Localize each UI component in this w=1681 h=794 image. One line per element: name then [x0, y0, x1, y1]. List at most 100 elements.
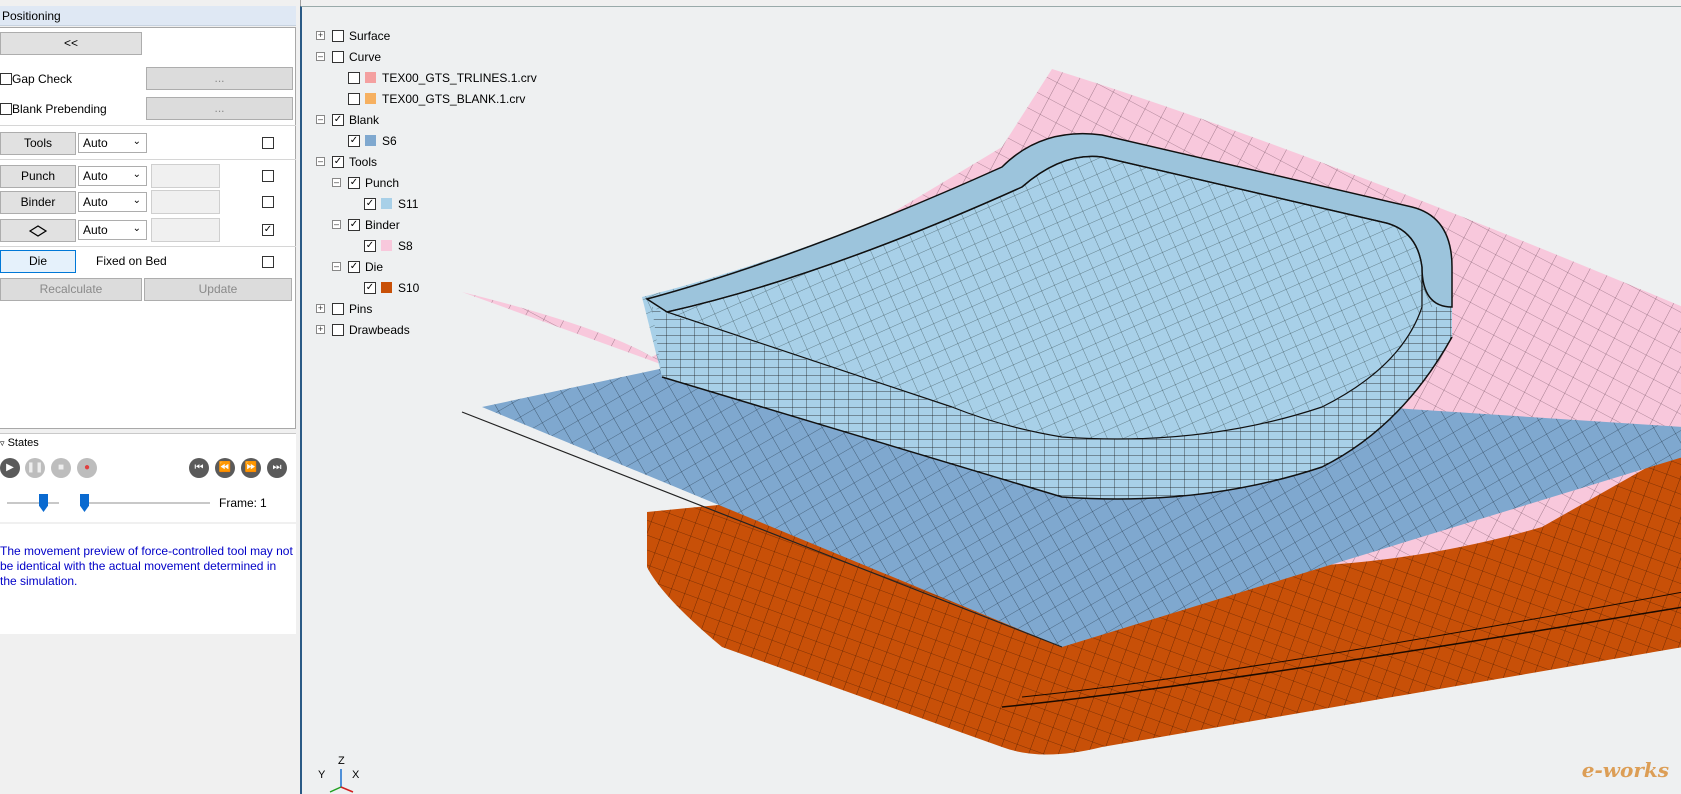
pause-button[interactable]: ❚❚ [25, 458, 45, 478]
pins-checkbox[interactable] [332, 303, 344, 315]
stop-button[interactable]: ■ [51, 458, 71, 478]
tree-label: Surface [349, 29, 391, 43]
binder-button[interactable]: Binder [0, 191, 76, 214]
positioning-panel: Positioning << Gap Check ... Blank Prebe… [0, 0, 301, 794]
states-section: ▿ States ▶ ❚❚ ■ ● ⏮ ⏪ ⏩ ⏭ Frame: 1 [0, 433, 296, 522]
color-swatch [381, 240, 392, 251]
tools-checkbox[interactable] [262, 137, 274, 149]
tree-label: Tools [349, 155, 378, 169]
fixed-on-bed-label: Fixed on Bed [96, 254, 167, 268]
shape-mode-select[interactable]: Auto ⌄ [78, 220, 147, 240]
punch-checkbox[interactable]: ✓ [348, 177, 360, 189]
divider [0, 159, 296, 160]
frame-slider-track[interactable] [80, 502, 210, 504]
color-swatch [381, 282, 392, 293]
color-swatch [381, 198, 392, 209]
blank-checkbox[interactable]: ✓ [332, 114, 344, 126]
gap-check-settings-button[interactable]: ... [146, 67, 293, 90]
shape-value-field[interactable] [151, 218, 220, 242]
panel-title: Positioning [0, 6, 296, 26]
tree-label: TEX00_GTS_BLANK.1.crv [382, 92, 526, 106]
tree-label: S11 [398, 197, 419, 211]
fixed-on-bed-checkbox[interactable] [262, 256, 274, 268]
shape-checkbox[interactable]: ✓ [262, 224, 274, 236]
s11-checkbox[interactable]: ✓ [364, 198, 376, 210]
s6-checkbox[interactable]: ✓ [348, 135, 360, 147]
binder-shape-icon [28, 225, 48, 237]
color-swatch [365, 72, 376, 83]
expand-icon[interactable]: + [316, 31, 325, 40]
watermark-logo: e-works [1581, 758, 1669, 782]
tree-label: S8 [398, 239, 413, 253]
binder-value-field[interactable] [151, 190, 220, 214]
gap-check-checkbox[interactable] [0, 73, 12, 85]
curve-checkbox[interactable] [332, 51, 344, 63]
rewind-button[interactable]: ⏪ [215, 458, 235, 478]
positioning-options: << Gap Check ... Blank Prebending ... To… [0, 27, 296, 429]
axis-triad-icon [329, 769, 354, 793]
surface-checkbox[interactable] [332, 30, 344, 42]
tree-label: Drawbeads [349, 323, 410, 337]
force-control-warning: The movement preview of force-controlled… [0, 524, 296, 634]
tree-label: S6 [382, 134, 397, 148]
punch-mode-select[interactable]: Auto ⌄ [78, 166, 147, 186]
drawbeads-checkbox[interactable] [332, 324, 344, 336]
s8-checkbox[interactable]: ✓ [364, 240, 376, 252]
tools-mode-select[interactable]: Auto ⌄ [78, 133, 147, 153]
chevron-down-icon: ⌄ [132, 223, 141, 234]
record-button[interactable]: ● [77, 458, 97, 478]
binder-checkbox[interactable] [262, 196, 274, 208]
last-frame-button[interactable]: ⏭ [267, 458, 287, 478]
play-button[interactable]: ▶ [0, 458, 20, 478]
speed-slider-track[interactable] [7, 502, 59, 504]
collapse-icon[interactable]: – [316, 115, 325, 124]
shape-button[interactable] [0, 219, 76, 242]
chevron-down-icon: ▿ [0, 438, 5, 448]
tree-label: Blank [349, 113, 380, 127]
frame-slider-thumb[interactable] [80, 494, 89, 512]
tree-label: Punch [365, 176, 400, 190]
3d-viewport[interactable]: + Surface – Curve TEX00_GTS_TRLINES.1.crv … [300, 6, 1681, 794]
frame-label: Frame: [219, 496, 258, 510]
update-button[interactable]: Update [144, 278, 292, 301]
die-checkbox[interactable]: ✓ [348, 261, 360, 273]
collapse-button[interactable]: << [0, 32, 142, 55]
blank-prebending-settings-button[interactable]: ... [146, 97, 293, 120]
collapse-icon[interactable]: – [332, 178, 341, 187]
recalculate-button[interactable]: Recalculate [0, 278, 142, 301]
expand-icon[interactable]: + [316, 325, 325, 334]
collapse-icon[interactable]: – [316, 157, 325, 166]
tools-checkbox[interactable]: ✓ [332, 156, 344, 168]
tree-label: Pins [349, 302, 373, 316]
punch-checkbox[interactable] [262, 170, 274, 182]
collapse-icon[interactable]: – [332, 262, 341, 271]
blank-curve-checkbox[interactable] [348, 93, 360, 105]
binder-mode-select[interactable]: Auto ⌄ [78, 192, 147, 212]
binder-mode-value: Auto [83, 195, 108, 209]
fast-forward-button[interactable]: ⏩ [241, 458, 261, 478]
trlines-checkbox[interactable] [348, 72, 360, 84]
s10-checkbox[interactable]: ✓ [364, 282, 376, 294]
axis-triad: Z Y X [318, 755, 368, 793]
states-header[interactable]: ▿ States [0, 437, 39, 449]
tree-label: S10 [398, 281, 420, 295]
chevron-down-icon: ⌄ [132, 195, 141, 206]
tree-label: Curve [349, 50, 382, 64]
die-button[interactable]: Die [0, 250, 76, 273]
binder-checkbox[interactable]: ✓ [348, 219, 360, 231]
collapse-icon[interactable]: – [332, 220, 341, 229]
first-frame-button[interactable]: ⏮ [189, 458, 209, 478]
collapse-icon[interactable]: – [316, 52, 325, 61]
divider [0, 246, 296, 247]
punch-value-field[interactable] [151, 164, 220, 188]
tree-label: Binder [365, 218, 400, 232]
speed-slider-thumb[interactable] [39, 494, 48, 512]
blank-prebending-checkbox[interactable] [0, 103, 12, 115]
axis-y-label: Y [318, 769, 326, 781]
expand-icon[interactable]: + [316, 304, 325, 313]
color-swatch [365, 135, 376, 146]
tools-button[interactable]: Tools [0, 132, 76, 155]
tools-mode-value: Auto [83, 136, 108, 150]
punch-button[interactable]: Punch [0, 165, 76, 188]
blank-prebending-label: Blank Prebending [12, 102, 107, 116]
